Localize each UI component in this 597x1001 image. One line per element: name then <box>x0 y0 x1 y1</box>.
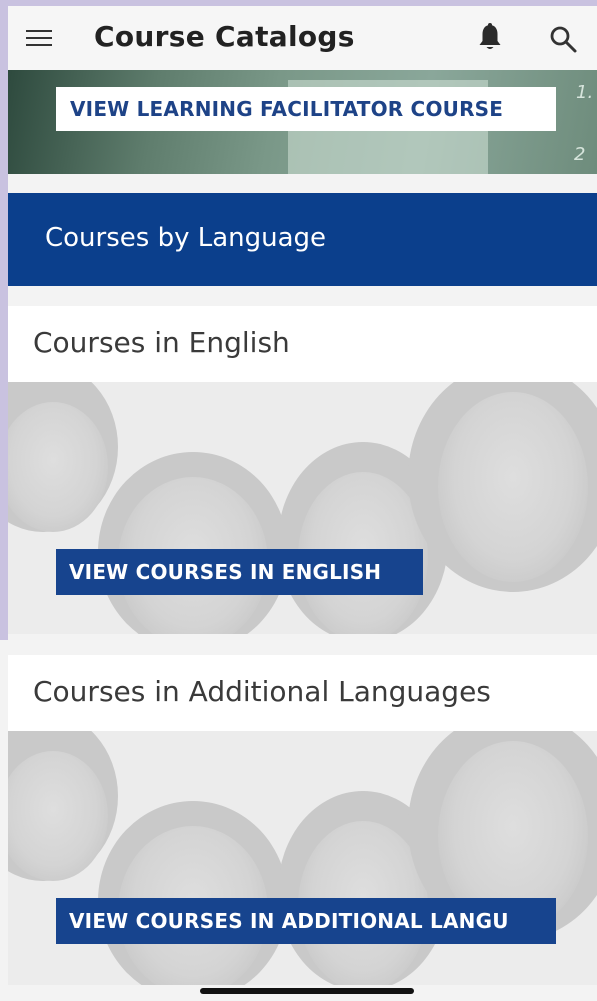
home-indicator[interactable] <box>200 988 414 994</box>
bell-icon[interactable] <box>476 22 504 52</box>
search-icon[interactable] <box>548 24 578 54</box>
page-title: Course Catalogs <box>94 20 355 53</box>
additional-languages-photo: VIEW COURSES IN ADDITIONAL LANGU <box>8 731 597 985</box>
left-edge-strip <box>0 0 8 640</box>
view-courses-in-english-button[interactable]: VIEW COURSES IN ENGLISH <box>56 549 423 595</box>
banner-number: 2 <box>574 144 586 165</box>
courses-by-language-heading: Courses by Language <box>45 223 327 253</box>
view-courses-in-additional-languages-button[interactable]: VIEW COURSES IN ADDITIONAL LANGU <box>56 898 556 944</box>
view-learning-facilitator-course-button[interactable]: VIEW LEARNING FACILITATOR COURSE <box>56 87 556 131</box>
section-title-additional-languages: Courses in Additional Languages <box>8 655 597 731</box>
facilitator-banner: 1. 2 VIEW LEARNING FACILITATOR COURSE <box>8 70 597 174</box>
banner-number: 1. <box>576 82 594 103</box>
hamburger-menu-icon[interactable] <box>26 30 52 48</box>
section-title-text: Courses in English <box>33 326 290 359</box>
app-bar: Course Catalogs <box>8 6 597 70</box>
courses-by-language-header: Courses by Language <box>8 193 597 286</box>
section-title-english: Courses in English <box>8 306 597 382</box>
section-title-text: Courses in Additional Languages <box>33 675 491 708</box>
english-courses-photo: VIEW COURSES IN ENGLISH <box>8 382 597 634</box>
